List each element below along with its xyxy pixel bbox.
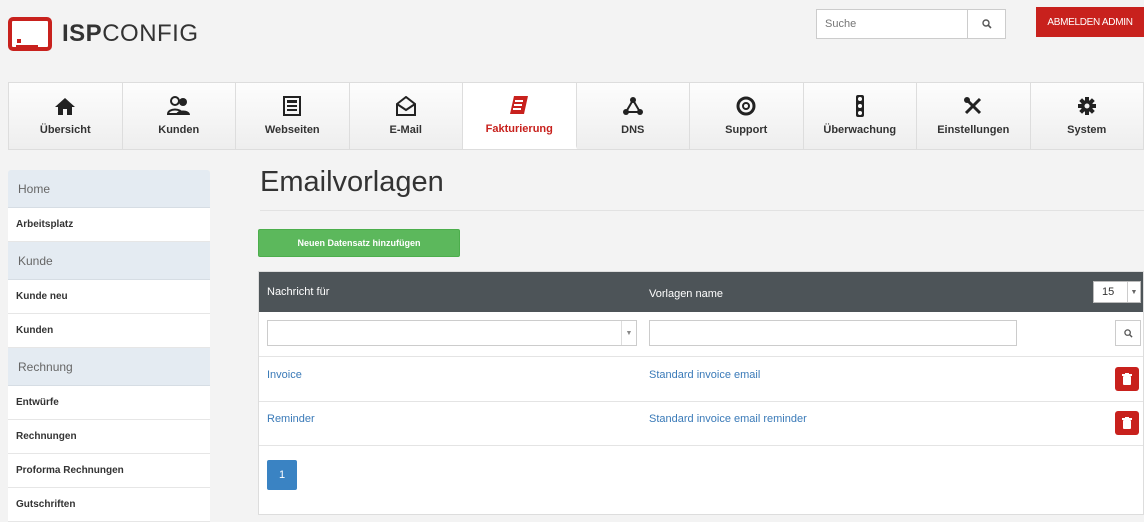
- sidebar-item-new-customer[interactable]: Kunde neu: [8, 280, 210, 314]
- monitor-logo-icon: [8, 17, 52, 51]
- nav-tab-label: Überwachung: [823, 124, 897, 136]
- sidebar-item-drafts[interactable]: Entwürfe: [8, 386, 210, 420]
- logout-button[interactable]: ABMELDEN ADMIN: [1036, 7, 1144, 37]
- nav-tab-system[interactable]: System: [1030, 83, 1143, 149]
- add-record-button[interactable]: Neuen Datensatz hinzufügen: [258, 229, 460, 257]
- table-header: Nachricht für Vorlagen name 15 ▼: [259, 272, 1143, 312]
- sidebar-item-invoices[interactable]: Rechnungen: [8, 420, 210, 454]
- row-message-for-link[interactable]: Invoice: [267, 369, 302, 381]
- templates-table: Nachricht für Vorlagen name 15 ▼ ▼ Invoi…: [258, 271, 1144, 515]
- tools-icon: [964, 97, 982, 115]
- header: ISPCONFIG ABMELDEN ADMIN: [0, 0, 1144, 80]
- sidebar-heading-customer: Kunde: [8, 242, 210, 280]
- nav-tab-label: Kunden: [158, 124, 200, 136]
- nav-tab-dns[interactable]: DNS: [576, 83, 690, 149]
- page-title: Emailvorlagen: [260, 166, 444, 198]
- filter-search-button[interactable]: [1115, 320, 1141, 346]
- row-template-name-link[interactable]: Standard invoice email: [649, 369, 760, 381]
- chevron-down-icon: ▼: [1127, 282, 1140, 302]
- logo-text: ISPCONFIG: [62, 20, 199, 47]
- trash-icon: [1122, 417, 1132, 429]
- sidebar-item-workspace[interactable]: Arbeitsplatz: [8, 208, 210, 242]
- lifebuoy-icon: [736, 96, 756, 116]
- delete-button[interactable]: [1115, 367, 1139, 391]
- nav-tab-billing[interactable]: Fakturierung: [463, 83, 577, 149]
- sidebar-item-credit-notes[interactable]: Gutschriften: [8, 488, 210, 522]
- column-header-template-name[interactable]: Vorlagen name: [649, 288, 723, 300]
- search-icon: [1123, 328, 1133, 338]
- traffic-light-icon: [855, 95, 864, 117]
- search-input[interactable]: [816, 9, 968, 39]
- nav-tab-overview[interactable]: Übersicht: [9, 83, 123, 149]
- row-template-name-link[interactable]: Standard invoice email reminder: [649, 413, 807, 425]
- title-divider: [260, 210, 1144, 211]
- home-icon: [55, 98, 76, 115]
- nav-tab-email[interactable]: E-Mail: [349, 83, 463, 149]
- column-header-message-for[interactable]: Nachricht für: [267, 286, 329, 298]
- row-message-for-link[interactable]: Reminder: [267, 413, 315, 425]
- nav-tab-customers[interactable]: Kunden: [122, 83, 236, 149]
- nav-tab-label: Webseiten: [264, 124, 320, 136]
- nav-tab-websites[interactable]: Webseiten: [236, 83, 350, 149]
- top-navigation: Übersicht Kunden Webseiten E-Mail Faktur…: [8, 82, 1144, 150]
- gear-icon: [1077, 97, 1096, 115]
- sidebar-item-customers[interactable]: Kunden: [8, 314, 210, 348]
- nav-tab-label: Einstellungen: [937, 124, 1010, 136]
- sidebar-item-proforma-invoices[interactable]: Proforma Rechnungen: [8, 454, 210, 488]
- chevron-down-icon: ▼: [621, 321, 636, 345]
- per-page-select[interactable]: 15 ▼: [1093, 281, 1141, 303]
- users-icon: [166, 96, 190, 115]
- pagination-page-button[interactable]: 1: [267, 460, 297, 490]
- search-button[interactable]: [968, 9, 1006, 39]
- table-row: Reminder Standard invoice email reminder: [259, 401, 1143, 446]
- trash-icon: [1122, 373, 1132, 385]
- nav-tab-support[interactable]: Support: [690, 83, 804, 149]
- sidebar-heading-home[interactable]: Home: [8, 170, 210, 208]
- nav-tab-settings[interactable]: Einstellungen: [917, 83, 1031, 149]
- nav-tab-label: DNS: [621, 124, 645, 136]
- message-for-filter-select[interactable]: ▼: [267, 320, 637, 346]
- nav-tab-label: Fakturierung: [485, 122, 553, 135]
- table-row: Invoice Standard invoice email: [259, 357, 1143, 402]
- nav-tab-monitoring[interactable]: Überwachung: [803, 83, 917, 149]
- sidebar-heading-invoice: Rechnung: [8, 348, 210, 386]
- sidebar: Home Arbeitsplatz Kunde Kunde neu Kunden…: [8, 170, 210, 522]
- delete-button[interactable]: [1115, 411, 1139, 435]
- nav-tab-label: System: [1067, 124, 1107, 136]
- per-page-value: 15: [1102, 286, 1115, 298]
- logo[interactable]: ISPCONFIG: [8, 14, 208, 54]
- network-icon: [622, 97, 643, 115]
- nav-tab-label: E-Mail: [389, 124, 422, 136]
- billing-icon: [510, 95, 529, 114]
- webpage-icon: [283, 96, 302, 116]
- nav-tab-label: Support: [725, 124, 768, 136]
- filter-row: ▼: [259, 312, 1143, 357]
- nav-tab-label: Übersicht: [39, 124, 91, 136]
- template-name-filter-input[interactable]: [649, 320, 1017, 346]
- search-icon: [981, 19, 992, 29]
- envelope-icon: [395, 96, 416, 116]
